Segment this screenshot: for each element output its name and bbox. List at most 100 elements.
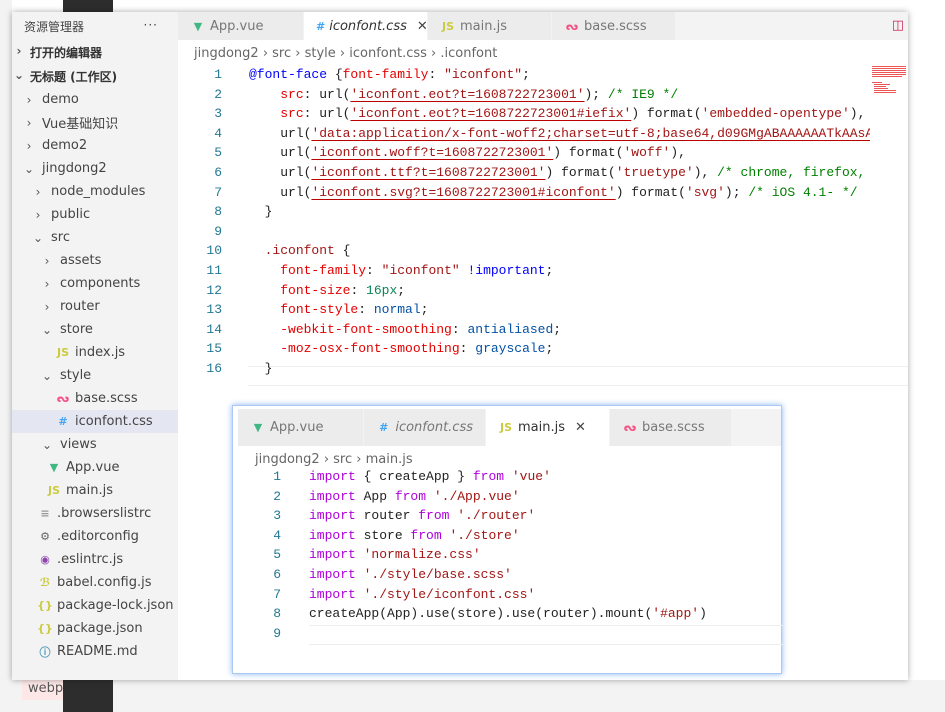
code-line: 5 url('iconfont.woff?t=1608722723001') f… [178, 143, 870, 163]
workspace-section[interactable]: ⌄ 无标题 (工作区) [12, 64, 178, 88]
split-editor-icon[interactable]: ◫ [892, 18, 904, 33]
tab-App-vue[interactable]: ▼ App.vue [238, 409, 364, 446]
code-line: 7 import './style/iconfont.css' [233, 585, 781, 605]
tree-item[interactable]: ℬbabel.config.js [12, 571, 178, 594]
tree-item[interactable]: › router [12, 295, 178, 318]
breadcrumb-item[interactable]: src [272, 46, 291, 61]
code-token: 'vue' [504, 469, 551, 484]
code-line: 4 url('data:application/x-font-woff2;cha… [178, 124, 870, 144]
tree-item[interactable]: ▼ App.vue [12, 456, 178, 479]
js-icon: JS [499, 421, 512, 434]
close-icon[interactable]: ✕ [575, 420, 586, 435]
explorer-title: 资源管理器 [24, 20, 85, 34]
tree-item[interactable]: ᔓ base.scss [12, 387, 178, 410]
breadcrumb-item[interactable]: style [305, 46, 336, 61]
code-line: 12 font-size: 16px; [178, 281, 870, 301]
code-token: ) format( [615, 184, 686, 200]
code-editor-iconfont-css[interactable]: 1 @font-face {font-family: "iconfont"; 2 s… [178, 65, 870, 379]
code-token: 16px [366, 282, 398, 298]
close-icon[interactable]: ✕ [417, 19, 428, 34]
code-token: from [410, 527, 442, 543]
tree-item[interactable]: › node_modules [12, 180, 178, 203]
chevron-right-icon: › [352, 452, 366, 467]
code-token: url( [280, 184, 312, 200]
tree-item[interactable]: › demo [12, 88, 178, 111]
tree-item[interactable]: ⌄ store [12, 318, 178, 341]
breadcrumb-item[interactable]: .iconfont [440, 46, 497, 61]
more-actions-icon[interactable]: ··· [144, 18, 158, 40]
tree-item[interactable]: › public [12, 203, 178, 226]
tree-item[interactable]: {} package.json [12, 617, 178, 640]
code-line: 1 @font-face {font-family: "iconfont"; [178, 65, 870, 85]
code-token: normal [373, 302, 421, 318]
code-token: : [358, 302, 374, 318]
breadcrumb-item[interactable]: iconfont.css [349, 46, 427, 61]
tree-item[interactable]: JS main.js [12, 479, 178, 502]
code-token: from [472, 469, 505, 484]
code-token: ) format( [631, 106, 702, 122]
tab-main-js[interactable]: JS main.js ✕ [486, 409, 610, 446]
js-icon: JS [56, 346, 69, 359]
tree-item[interactable]: ≡ .browserslistrc [12, 502, 178, 525]
tree-item-label: .editorconfig [57, 529, 139, 544]
tree-item-label: package-lock.json [57, 598, 174, 613]
tree-item-label: router [60, 299, 100, 314]
tree-item[interactable]: {} package-lock.json [12, 594, 178, 617]
tree-item[interactable]: ◉ .eslintrc.js [12, 548, 178, 571]
tree-item[interactable]: ⌄ src [12, 226, 178, 249]
tree-item[interactable]: ⌄ jingdong2 [12, 157, 178, 180]
code-token: @font-face [249, 67, 328, 82]
tree-item[interactable]: ⌄ views [12, 433, 178, 456]
chevron-down-icon: ⌄ [13, 68, 25, 82]
code-token: import [309, 508, 356, 524]
tab-label: App.vue [270, 420, 324, 435]
tab-base-scss[interactable]: ᔓ base.scss [552, 12, 676, 40]
chevron-down-icon: ⌄ [41, 437, 53, 452]
line-number: 12 [206, 282, 222, 298]
line-number: 1 [273, 469, 281, 484]
line-number: 1 [214, 67, 222, 82]
code-token: './style/base.scss' [355, 566, 512, 582]
code-line: 10 .iconfont { [178, 241, 870, 261]
tree-item-label: style [60, 368, 92, 383]
tree-item[interactable]: › assets [12, 249, 178, 272]
tab-main-js[interactable]: JS main.js [428, 12, 552, 40]
line-number: 2 [273, 488, 281, 504]
chevron-right-icon: › [291, 46, 305, 61]
code-token: 'embedded-opentype' [701, 106, 850, 122]
tab-iconfont-css[interactable]: # iconfont.css ✕ [304, 12, 428, 40]
tree-item[interactable]: ⚙ .editorconfig [12, 525, 178, 548]
css-icon: # [316, 19, 326, 33]
line-number: 9 [273, 625, 281, 641]
breadcrumb-item[interactable]: jingdong2 [255, 452, 320, 467]
code-line: 2 src: url('iconfont.eot?t=1608722723001… [178, 85, 870, 105]
tab-base-scss[interactable]: ᔓ base.scss [610, 409, 732, 446]
code-token: !important [459, 262, 546, 278]
tree-item[interactable]: ⌄ style [12, 364, 178, 387]
code-editor-main-js[interactable]: 1 import { createApp } from 'vue' 2 import … [233, 467, 781, 643]
code-token: src [280, 86, 304, 102]
code-token: url( [319, 106, 351, 122]
code-token: ), [693, 164, 710, 180]
tree-item[interactable]: › components [12, 272, 178, 295]
code-token: : [303, 86, 320, 102]
tab-App-vue[interactable]: ▼ App.vue [178, 12, 304, 40]
code-token: { createApp } [355, 469, 473, 484]
minimap[interactable] [870, 64, 908, 100]
tree-item[interactable]: › Vue基础知识 [12, 111, 178, 134]
code-token: import [309, 527, 356, 543]
tree-item[interactable]: ⓘ README.md [12, 640, 178, 663]
breadcrumb-item[interactable]: main.js [366, 452, 413, 467]
code-token: url( [319, 86, 351, 102]
chevron-right-icon: › [35, 184, 41, 199]
breadcrumb-item[interactable]: src [333, 452, 352, 467]
tab-iconfont-css[interactable]: # iconfont.css [364, 409, 486, 446]
tree-item[interactable]: # iconfont.css [12, 410, 178, 433]
breadcrumb-item[interactable]: jingdong2 [194, 46, 259, 61]
tree-item-label: node_modules [51, 184, 146, 199]
open-editors-section[interactable]: › 打开的编辑器 [12, 40, 178, 64]
code-token: : [428, 67, 445, 82]
tree-item[interactable]: JS index.js [12, 341, 178, 364]
chevron-right-icon: › [319, 452, 334, 467]
tree-item[interactable]: › demo2 [12, 134, 178, 157]
